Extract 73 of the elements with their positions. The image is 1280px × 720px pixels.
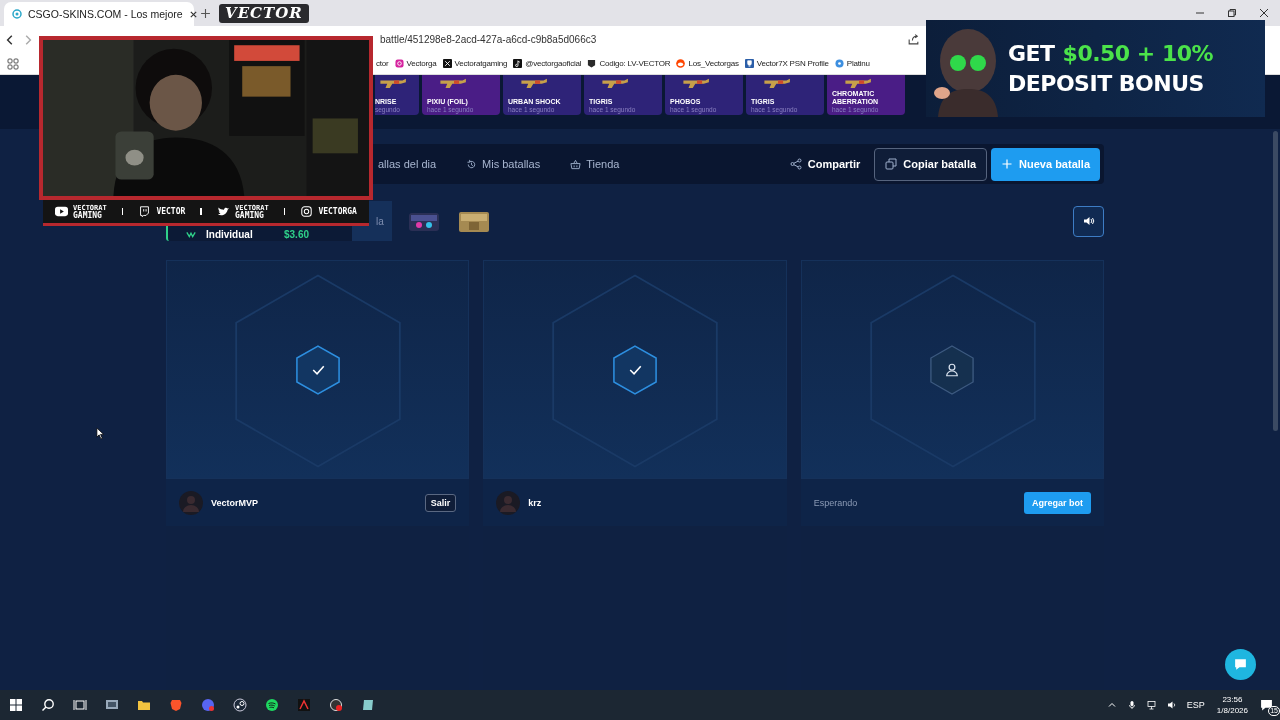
stream-logo: VECTOR [219,4,309,23]
chat-icon [1233,657,1248,672]
task-view-icon[interactable] [73,698,87,712]
bookmark[interactable]: Vectorga [406,59,437,68]
app-icon[interactable] [105,698,119,712]
nav-tab[interactable]: Tienda [570,158,620,170]
battle-price: $3.60 [284,229,311,240]
chat-bubble-icon [138,206,152,217]
bookmark[interactable]: Vectoratgaming [454,59,508,68]
nav-tab[interactable]: allas del dia [378,158,437,170]
scrollbar[interactable] [1273,131,1278,431]
steam-icon[interactable] [233,698,247,712]
action-button[interactable]: Copiar batalla [874,147,988,181]
bookmark[interactable]: Platinu [846,59,870,68]
action-button[interactable]: Compartir [779,147,871,181]
bookmark[interactable]: Vector7X PSN Profile [756,59,829,68]
shield-icon [587,59,597,68]
music-note-icon [513,59,523,68]
basket-icon [570,158,582,170]
language-indicator[interactable]: ESP [1186,700,1205,710]
ad-offer: $0.50 + 10% [1062,39,1214,68]
sound-button[interactable] [1073,205,1104,237]
player-name: krz [528,497,542,508]
player-name: Esperando [813,497,858,508]
bookmark[interactable]: ctor [376,59,389,68]
search-icon[interactable] [41,698,55,712]
app-icon[interactable] [361,698,375,712]
speaker-icon [1082,215,1095,227]
new-tab-icon[interactable] [200,8,211,19]
avatar [496,490,521,515]
close-icon[interactable] [1259,8,1269,18]
play-icon [55,206,68,217]
windows-icon[interactable] [9,698,23,712]
slot-button[interactable]: Salir [424,493,457,512]
spotify-icon[interactable] [265,698,279,712]
copy-icon [885,158,898,170]
app-icon[interactable] [297,698,311,712]
plus-icon [1001,158,1014,170]
apps-grid-icon[interactable] [7,57,19,70]
ad-headline: GET [1008,39,1055,68]
bookmark[interactable]: @vectorgaoficial [525,59,582,68]
camera-icon [394,59,404,68]
clock[interactable]: 23:56 1/8/2026 [1216,694,1248,716]
restore-icon[interactable] [1227,8,1237,18]
cursor-icon [96,427,105,440]
camera-icon [300,206,314,217]
speaker-icon[interactable] [1166,700,1177,710]
history-icon [466,158,478,170]
chevron-up-icon[interactable] [1106,700,1117,710]
microphone-icon[interactable] [1126,700,1137,710]
battle-mode: Individual [206,229,254,240]
tab-title: CSGO-SKINS.COM - Los mejore [28,8,183,20]
folder-icon[interactable] [137,698,151,712]
bird-icon [217,206,230,217]
player-name: VectorMVP [211,497,259,508]
app-icon[interactable] [329,698,343,712]
social-handle: VECTOR [156,207,186,216]
x-icon [442,59,452,68]
network-icon[interactable] [1146,700,1157,710]
bookmark[interactable]: Codigo: LV-VECTOR [599,59,671,68]
chat-button[interactable] [1225,649,1256,680]
browser-tab[interactable]: CSGO-SKINS.COM - Los mejore [4,2,194,26]
close-icon[interactable] [188,9,198,19]
avatar [179,490,203,515]
disc-icon [834,59,844,68]
globe-icon [12,9,22,19]
ad-subline: DEPOSIT BONUS [1008,69,1205,98]
ad-banner[interactable]: GET $0.50 + 10% DEPOSIT BONUS [926,20,1265,117]
share-icon [789,158,802,170]
share-icon[interactable] [907,33,920,46]
trophy-icon [744,59,754,68]
bookmark[interactable]: Los_Vectorgas [688,59,739,68]
nav-tab[interactable]: Mis batallas [466,158,541,170]
